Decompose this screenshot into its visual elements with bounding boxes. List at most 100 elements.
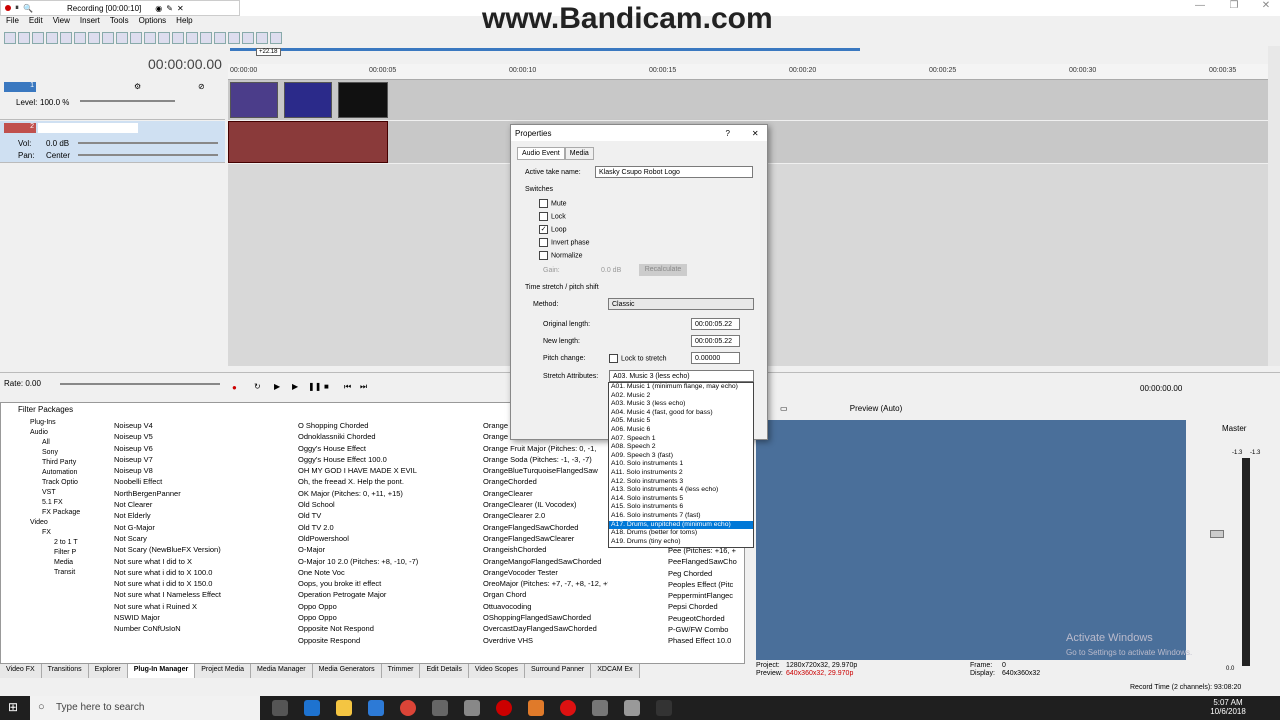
tree-item[interactable]: Automation (14, 468, 94, 478)
checkbox[interactable] (539, 212, 548, 221)
record-dot-icon[interactable] (5, 5, 11, 11)
stretch-option[interactable]: A08. Speech 2 (609, 443, 753, 452)
plugin-item[interactable]: Noiseup V7 (104, 454, 284, 465)
plugin-item[interactable]: Operation Petrogate Major (288, 589, 468, 600)
menu-insert[interactable]: Insert (80, 16, 100, 28)
paste-icon[interactable] (116, 32, 128, 44)
plugin-item[interactable]: Phased Effect 10.0 (658, 635, 740, 646)
tab-plugin-manager[interactable]: Plug-In Manager (127, 664, 196, 678)
play-from-start-button[interactable]: ▶ (274, 382, 280, 391)
opera-icon[interactable] (560, 700, 576, 716)
switch-loop[interactable]: ✓ Loop (539, 225, 567, 234)
audio-clip[interactable] (228, 121, 388, 163)
plugin-item[interactable]: OrangeChorded (473, 476, 608, 487)
stretch-attributes-select[interactable]: A03. Music 3 (less echo) (609, 370, 754, 382)
stretch-option[interactable]: A02. Music 2 (609, 392, 753, 401)
stretch-option[interactable]: A10. Solo instruments 1 (609, 460, 753, 469)
tree-item[interactable]: Video (14, 518, 94, 528)
clock[interactable]: 5:07 AM 10/6/2018 (1208, 698, 1248, 716)
plugin-item[interactable]: P-GW/FW Combo (658, 624, 740, 635)
close-recorder-icon[interactable]: ✕ (177, 4, 184, 13)
plugin-item[interactable]: Opposite Not Respond (288, 623, 468, 634)
save-icon[interactable] (32, 32, 44, 44)
master-fader[interactable] (1210, 530, 1224, 538)
plugin-item[interactable]: Ottuavocoding (473, 601, 608, 612)
plugin-item[interactable]: Old TV 2.0 (288, 522, 468, 533)
tree-item[interactable]: 2 to 1 T (14, 538, 94, 548)
stretch-option[interactable]: A19. Drums (tiny echo) (609, 538, 753, 547)
open-icon[interactable] (18, 32, 30, 44)
plugin-item[interactable]: OrangeBlueTurquoiseFlangedSaw (473, 465, 608, 476)
preview-mode-dropdown[interactable]: Preview (Auto) (850, 404, 902, 413)
tree-item[interactable]: Plug-Ins (14, 418, 94, 428)
plugin-item[interactable]: OrangeVocoder Tester (473, 567, 608, 578)
menu-edit[interactable]: Edit (29, 16, 43, 28)
plugin-item[interactable]: Not sure what I did to X (104, 556, 284, 567)
plugin-item[interactable]: OreoMajor (Pitches: +7, -7, +8, -12, +9) (473, 578, 608, 589)
tab-project-media[interactable]: Project Media (195, 664, 251, 678)
tree-item[interactable]: VST (14, 488, 94, 498)
switch-mute[interactable]: Mute (539, 199, 567, 208)
plugin-item[interactable]: Oppo Oppo (288, 601, 468, 612)
stretch-option[interactable]: A09. Speech 3 (fast) (609, 452, 753, 461)
menu-file[interactable]: File (6, 16, 19, 28)
zoom-tool-icon[interactable] (228, 32, 240, 44)
plugin-item[interactable]: OrangeFlangedSawChorded (473, 522, 608, 533)
track-name-field[interactable] (38, 123, 138, 133)
app-icon[interactable] (592, 700, 608, 716)
plugin-item[interactable]: One Note Voc (288, 567, 468, 578)
track-fx-icon[interactable]: ⚙ (134, 82, 141, 91)
app-icon[interactable] (432, 700, 448, 716)
go-end-button[interactable]: ⏭ (360, 382, 367, 392)
ripple-icon[interactable] (214, 32, 226, 44)
lock-envelope-icon[interactable] (200, 32, 212, 44)
stretch-option[interactable]: A16. Solo instruments 7 (fast) (609, 512, 753, 521)
plugin-item[interactable]: OrangeFlangedSawClearer (473, 533, 608, 544)
tab-media-generators[interactable]: Media Generators (312, 664, 382, 678)
plugin-item[interactable]: PeppermintFlangec (658, 590, 740, 601)
stretch-option[interactable]: A06. Music 6 (609, 426, 753, 435)
tree-item[interactable]: FX Package (14, 508, 94, 518)
vertical-scrollbar[interactable] (1268, 46, 1280, 366)
plugin-item[interactable]: Peg Chorded (658, 568, 740, 579)
plugin-item[interactable]: Not Elderly (104, 510, 284, 521)
tab-video-fx[interactable]: Video FX (0, 664, 42, 678)
zoom-icon[interactable]: 🔍 (23, 4, 33, 13)
tree-item[interactable]: FX (14, 528, 94, 538)
loop-marker[interactable]: +22.18 (256, 48, 281, 56)
plugin-item[interactable]: Not sure what i did to X 100.0 (104, 567, 284, 578)
stretch-option[interactable]: A07. Speech 1 (609, 435, 753, 444)
plugin-item[interactable]: OrangeClearer (473, 488, 608, 499)
tree-item[interactable]: Sony (14, 448, 94, 458)
tree-item[interactable]: Third Party (14, 458, 94, 468)
stretch-option[interactable]: A01. Music 1 (minimum flange, may echo) (609, 383, 753, 392)
tab-trimmer[interactable]: Trimmer (381, 664, 421, 678)
plugin-item[interactable]: Oops, you broke it! effect (288, 578, 468, 589)
plugin-item[interactable]: Not G-Major (104, 522, 284, 533)
switch-normalize[interactable]: Normalize (539, 251, 583, 260)
plugin-item[interactable]: Not Scary (104, 533, 284, 544)
menu-options[interactable]: Options (139, 16, 167, 28)
method-select[interactable]: Classic (608, 298, 754, 310)
task-view-icon[interactable] (272, 700, 288, 716)
app-icon[interactable] (624, 700, 640, 716)
taskbar-search[interactable]: Type here to search (30, 696, 260, 720)
plugin-item[interactable]: OrangeishChorded (473, 544, 608, 555)
video-track-header[interactable]: 1 Level: 100.0 % ⚙ ⊘ (0, 80, 225, 120)
stretch-option[interactable]: A13. Solo instruments 4 (less echo) (609, 486, 753, 495)
plugin-item[interactable]: Orange Soda (Pitches: -1, -3, -7) (473, 454, 608, 465)
switch-invert-phase[interactable]: Invert phase (539, 238, 590, 247)
pause-button[interactable]: ❚❚ (308, 382, 321, 391)
plugin-item[interactable]: Noiseup V8 (104, 465, 284, 476)
save-as-icon[interactable] (46, 32, 58, 44)
rate-slider[interactable] (60, 383, 220, 385)
time-ruler[interactable]: 00:00:00 00:00:05 00:00:10 00:00:15 00:0… (228, 64, 1268, 80)
plugin-item[interactable]: OvercastDayFlangedSawChorded (473, 623, 608, 634)
plugin-item[interactable]: Noobelli Effect (104, 476, 284, 487)
video-clip-frame[interactable] (338, 82, 388, 118)
new-length-field[interactable]: 00:00:05.22 (691, 335, 740, 347)
plugin-item[interactable]: Not Clearer (104, 499, 284, 510)
plugin-item[interactable]: Odnoklassniki Chorded (288, 431, 468, 442)
tree-item[interactable]: Track Optio (14, 478, 94, 488)
envelope-icon[interactable] (172, 32, 184, 44)
